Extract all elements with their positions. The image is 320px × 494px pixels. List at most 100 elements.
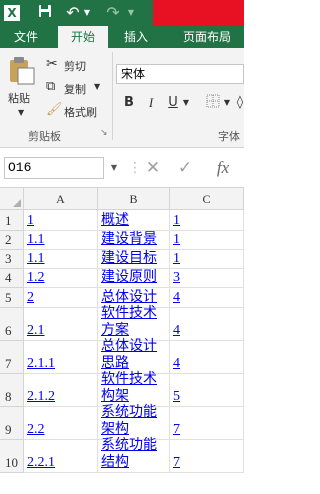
cell-c[interactable]: 3 (170, 269, 244, 288)
cell-a[interactable]: 2 (24, 288, 98, 308)
tab-home[interactable]: 开始 (58, 26, 108, 48)
hyperlink[interactable]: 建设目标 (101, 250, 157, 267)
hyperlink[interactable]: 2.2.1 (27, 454, 55, 471)
spreadsheet-grid[interactable]: A B C 1 1 概述 1 2 1.1 建设背景 1 3 1.1 建设目标 1 4 1.2 建设原则 3 5 2… (0, 188, 244, 494)
cancel-icon[interactable]: ✕ (142, 157, 164, 179)
cell-c[interactable]: 5 (170, 374, 244, 407)
hyperlink[interactable]: 1.2 (27, 269, 45, 286)
cell-a[interactable]: 1 (24, 210, 98, 231)
hyperlink[interactable]: 1 (27, 212, 34, 229)
redo-dropdown-icon[interactable]: ▼ (126, 4, 136, 22)
copy-dropdown-icon[interactable]: ▼ (94, 82, 100, 91)
enter-icon[interactable]: ✓ (174, 157, 196, 179)
hyperlink[interactable]: 概述 (101, 212, 129, 229)
cell-c[interactable]: 1 (170, 231, 244, 250)
cell-b[interactable]: 建设目标 (98, 250, 170, 269)
underline-button[interactable]: U (164, 94, 182, 112)
hyperlink[interactable]: 1.1 (27, 231, 45, 248)
cell-b[interactable]: 软件技术 构架 (98, 371, 170, 407)
underline-dropdown-icon[interactable]: ▼ (181, 94, 191, 112)
cell-b[interactable]: 建设背景 (98, 231, 170, 250)
hyperlink[interactable]: 软件技术 方案 (101, 305, 157, 339)
row-header[interactable]: 5 (0, 288, 24, 308)
hyperlink[interactable]: 7 (173, 421, 180, 438)
format-painter-button[interactable]: 格式刷 (64, 104, 97, 120)
column-header-b[interactable]: B (98, 188, 170, 210)
row-header[interactable]: 8 (0, 374, 24, 407)
hyperlink[interactable]: 系统功能 结构 (101, 437, 157, 471)
cell-a[interactable]: 2.2.1 (24, 440, 98, 473)
paste-icon[interactable] (8, 56, 36, 86)
cell-c[interactable]: 4 (170, 341, 244, 374)
cell-c[interactable]: 4 (170, 308, 244, 341)
paste-button[interactable]: 粘贴 (8, 90, 30, 106)
hyperlink[interactable]: 软件技术 构架 (101, 371, 157, 405)
tab-page-layout[interactable]: 页面布局 (170, 26, 244, 48)
hyperlink[interactable]: 2.1.1 (27, 355, 55, 372)
row-header[interactable]: 10 (0, 440, 24, 473)
hyperlink[interactable]: 2.2 (27, 421, 45, 438)
hyperlink[interactable]: 7 (173, 454, 180, 471)
cell-b[interactable]: 概述 (98, 210, 170, 231)
copy-icon[interactable]: ⧉ (46, 79, 55, 94)
undo-icon[interactable]: ↶ (64, 4, 82, 22)
row-header[interactable]: 1 (0, 210, 24, 231)
excel-icon[interactable]: X (4, 5, 20, 21)
cell-c[interactable]: 7 (170, 440, 244, 473)
hyperlink[interactable]: 总体设计 思路 (101, 338, 157, 372)
paste-dropdown-icon[interactable]: ▼ (18, 108, 24, 117)
bold-button[interactable]: B (120, 94, 138, 112)
cell-a[interactable]: 2.1.1 (24, 341, 98, 374)
row-header[interactable]: 3 (0, 250, 24, 269)
redo-icon[interactable]: ↷ (104, 4, 122, 22)
cell-a[interactable]: 1.1 (24, 231, 98, 250)
cut-button[interactable]: 剪切 (64, 58, 86, 74)
italic-button[interactable]: I (142, 94, 160, 112)
hyperlink[interactable]: 4 (173, 322, 180, 339)
scissors-icon[interactable]: ✂ (46, 56, 58, 72)
row-header[interactable]: 4 (0, 269, 24, 288)
hyperlink[interactable]: 1.1 (27, 250, 45, 267)
row-header[interactable]: 2 (0, 231, 24, 250)
hyperlink[interactable]: 5 (173, 388, 180, 405)
undo-dropdown-icon[interactable]: ▼ (82, 4, 92, 22)
hyperlink[interactable]: 3 (173, 269, 180, 286)
cell-c[interactable]: 1 (170, 250, 244, 269)
cell-a[interactable]: 1.1 (24, 250, 98, 269)
column-header-a[interactable]: A (24, 188, 98, 210)
border-dropdown-icon[interactable]: ▼ (222, 94, 232, 112)
cell-b[interactable]: 软件技术 方案 (98, 305, 170, 341)
tab-insert[interactable]: 插入 (112, 26, 160, 48)
cell-b[interactable]: 系统功能 架构 (98, 404, 170, 440)
hyperlink[interactable]: 总体设计 (101, 289, 157, 306)
hyperlink[interactable]: 系统功能 架构 (101, 404, 157, 438)
hyperlink[interactable]: 1 (173, 250, 180, 267)
hyperlink[interactable]: 2 (27, 289, 34, 306)
name-box[interactable]: O16 (4, 157, 104, 179)
cell-b[interactable]: 总体设计 思路 (98, 338, 170, 374)
fill-color-icon[interactable]: ◊ (236, 94, 244, 112)
cell-b[interactable]: 建设原则 (98, 269, 170, 288)
cell-c[interactable]: 4 (170, 288, 244, 308)
row-header[interactable]: 6 (0, 308, 24, 341)
save-icon[interactable] (36, 4, 54, 22)
cell-a[interactable]: 1.2 (24, 269, 98, 288)
select-all-corner[interactable] (0, 188, 24, 210)
hyperlink[interactable]: 建设背景 (101, 231, 157, 248)
hyperlink[interactable]: 4 (173, 355, 180, 372)
cell-a[interactable]: 2.1 (24, 308, 98, 341)
format-painter-icon[interactable]: 🖌 (46, 102, 63, 117)
cell-a[interactable]: 2.2 (24, 407, 98, 440)
hyperlink[interactable]: 4 (173, 289, 180, 306)
insert-function-icon[interactable]: fx (212, 157, 234, 179)
hyperlink[interactable]: 2.1 (27, 322, 45, 339)
cell-a[interactable]: 2.1.2 (24, 374, 98, 407)
border-icon[interactable] (204, 94, 222, 112)
hyperlink[interactable]: 2.1.2 (27, 388, 55, 405)
cell-b[interactable]: 系统功能 结构 (98, 437, 170, 473)
hyperlink[interactable]: 1 (173, 212, 180, 229)
hyperlink[interactable]: 建设原则 (101, 269, 157, 286)
clipboard-launcher-icon[interactable]: ↘ (100, 128, 108, 138)
copy-button[interactable]: 复制 (64, 81, 86, 97)
cell-c[interactable]: 1 (170, 210, 244, 231)
